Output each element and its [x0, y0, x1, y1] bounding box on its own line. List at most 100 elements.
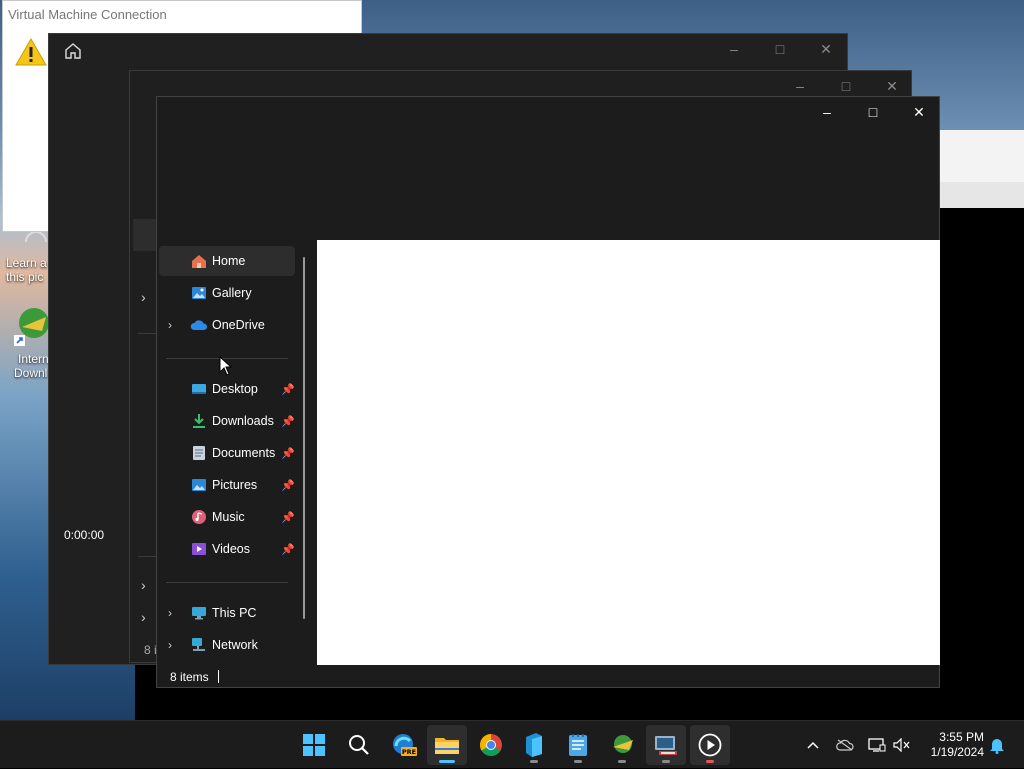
status-divider [218, 670, 219, 683]
nav-item-music[interactable]: Music 📌 [159, 502, 295, 532]
media-player-button[interactable] [690, 725, 730, 765]
computer-icon [190, 604, 208, 622]
minimize-icon: – [823, 104, 831, 120]
desktop-icon-learn-label[interactable]: Learn a this pic [6, 256, 47, 284]
media-player-icon [698, 733, 722, 757]
internet-download-manager-icon [613, 735, 633, 753]
chevron-right-icon[interactable]: › [168, 318, 172, 332]
download-icon [190, 412, 208, 430]
home-icon[interactable] [63, 41, 83, 61]
notepad-icon [569, 734, 587, 756]
videos-icon [190, 540, 208, 558]
nav-item-gallery[interactable]: Gallery [159, 278, 295, 308]
app-icon [526, 733, 542, 757]
gallery-icon [190, 284, 208, 302]
volume-muted-icon [893, 738, 910, 752]
hyper-v-icon [655, 736, 677, 755]
pin-icon[interactable]: 📌 [281, 511, 295, 524]
nav-item-pictures[interactable]: Pictures 📌 [159, 470, 295, 500]
nav-separator [166, 582, 288, 583]
file-explorer-button[interactable] [427, 725, 467, 765]
pin-icon[interactable]: 📌 [281, 415, 295, 428]
start-icon [303, 734, 325, 756]
minimize-button[interactable]: – [711, 34, 757, 64]
vm-window-title: Virtual Machine Connection [8, 7, 167, 22]
clock[interactable]: 3:55 PM 1/19/2024 [920, 730, 984, 760]
search-button[interactable] [339, 725, 379, 765]
file-explorer-window[interactable]: – □ ✕ Home Gallery › OneDrive Desktop 📌 … [156, 96, 940, 688]
nav-scrollbar[interactable] [303, 257, 305, 619]
nav-item-desktop[interactable]: Desktop 📌 [159, 374, 295, 404]
nav-item-this-pc[interactable]: › This PC [159, 598, 295, 628]
document-icon [190, 444, 208, 462]
chevron-right-icon[interactable]: › [141, 289, 146, 305]
chevron-right-icon[interactable]: › [141, 577, 146, 593]
edge-pre-button[interactable]: PRE [384, 725, 424, 765]
minimize-icon: – [796, 78, 804, 94]
nav-item-network[interactable]: › Network [159, 630, 295, 660]
minimize-button[interactable]: – [804, 97, 850, 127]
maximize-icon: □ [841, 78, 851, 94]
maximize-icon: □ [868, 104, 878, 120]
music-icon [190, 508, 208, 526]
maximize-button[interactable]: □ [850, 97, 896, 127]
internet-download-manager-icon[interactable] [12, 305, 50, 349]
close-button[interactable]: ✕ [803, 34, 849, 64]
search-icon [349, 735, 369, 755]
minimize-icon: – [730, 41, 738, 57]
running-indicator [662, 760, 670, 763]
desktop-icon [190, 380, 208, 398]
status-item-count: 8 items [170, 670, 209, 684]
pin-icon[interactable]: 📌 [281, 479, 295, 492]
volume-tray-button[interactable] [891, 721, 913, 769]
onedrive-tray-button[interactable] [834, 721, 856, 769]
start-button[interactable] [294, 725, 334, 765]
nav-item-home[interactable]: Home [159, 246, 295, 276]
clock-date: 1/19/2024 [930, 745, 984, 759]
notepad-button[interactable] [558, 725, 598, 765]
file-explorer-icon [435, 738, 459, 754]
desktop-icon-idm-label[interactable]: Intern Downl [14, 352, 49, 380]
mouse-cursor-icon [219, 356, 233, 376]
network-icon [190, 636, 208, 654]
close-button[interactable]: ✕ [896, 97, 942, 127]
running-indicator [618, 760, 626, 763]
active-indicator [439, 760, 455, 763]
chrome-button[interactable] [471, 725, 511, 765]
network-monitor-icon [868, 738, 886, 752]
pin-icon[interactable]: 📌 [281, 383, 295, 396]
close-icon: ✕ [820, 40, 832, 57]
cloud-offline-icon [836, 739, 854, 751]
notifications-button[interactable] [986, 721, 1008, 769]
warning-icon [15, 37, 47, 66]
nav-item-onedrive[interactable]: › OneDrive [159, 310, 295, 340]
show-hidden-icons-button[interactable] [802, 721, 824, 769]
hyper-v-button[interactable] [646, 725, 686, 765]
chrome-icon [480, 734, 502, 756]
network-tray-button[interactable] [866, 721, 888, 769]
taskbar[interactable]: PRE 3:55 PM 1/19/2024 [0, 720, 1024, 768]
maximize-button[interactable]: □ [757, 34, 803, 64]
cloud-icon [190, 316, 208, 334]
chevron-right-icon[interactable]: › [141, 609, 146, 625]
close-icon: ✕ [913, 103, 925, 120]
pin-icon[interactable]: 📌 [281, 447, 295, 460]
timer-text: 0:00:00 [64, 528, 105, 542]
home-icon [190, 252, 208, 270]
app-button[interactable] [514, 725, 554, 765]
navigation-pane[interactable]: Home Gallery › OneDrive Desktop 📌 Downlo… [157, 242, 312, 667]
nav-item-videos[interactable]: Videos 📌 [159, 534, 295, 564]
bell-icon [990, 739, 1004, 754]
running-indicator [574, 760, 582, 763]
clock-time: 3:55 PM [939, 730, 984, 744]
chevron-right-icon[interactable]: › [168, 606, 172, 620]
nav-item-downloads[interactable]: Downloads 📌 [159, 406, 295, 436]
running-indicator [530, 760, 538, 763]
chevron-right-icon[interactable]: › [168, 638, 172, 652]
idm-button[interactable] [602, 725, 642, 765]
nav-item-documents[interactable]: Documents 📌 [159, 438, 295, 468]
pin-icon[interactable]: 📌 [281, 543, 295, 556]
content-area[interactable] [317, 240, 940, 665]
desktop-icon-partial[interactable] [24, 230, 48, 244]
close-icon: ✕ [886, 77, 898, 94]
